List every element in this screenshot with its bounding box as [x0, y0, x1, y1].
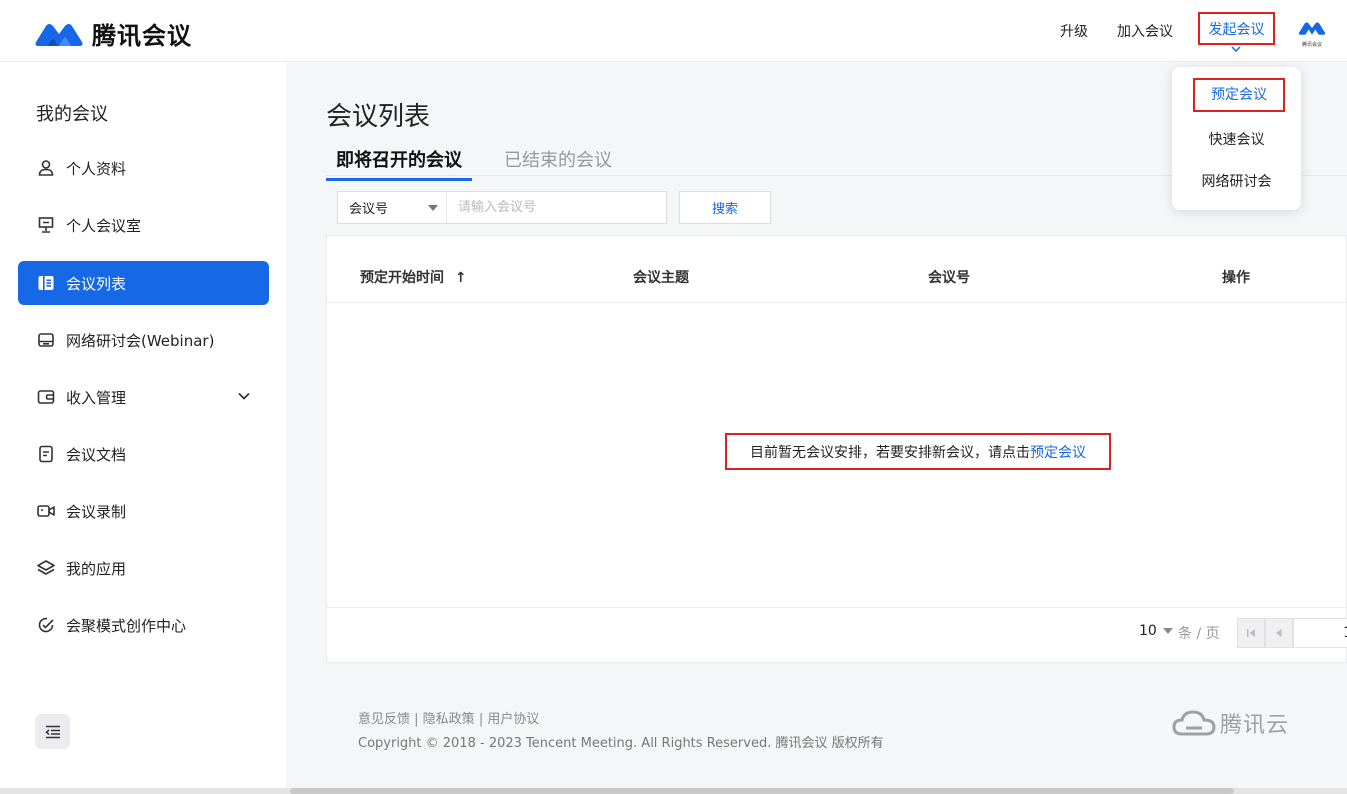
empty-state-text: 目前暂无会议安排，若要安排新会议，请点击 [750, 444, 1030, 461]
sidebar-item-apps[interactable]: 我的应用 [18, 546, 269, 590]
upgrade-link[interactable]: 升级 [1060, 21, 1088, 41]
sidebar-item-recording[interactable]: 会议录制 [18, 489, 269, 533]
sidebar-item-income[interactable]: 收入管理 [18, 375, 269, 419]
scrollbar-thumb[interactable] [290, 788, 1234, 794]
sidebar-item-label: 会议录制 [66, 502, 127, 521]
webinar-icon [36, 330, 56, 350]
start-meeting-dropdown: 预定会议 快速会议 网络研讨会 [1172, 67, 1301, 210]
cloud-brand-text: 腾讯云 [1220, 713, 1290, 738]
schedule-meeting-link[interactable]: 预定会议 [1030, 442, 1086, 462]
sidebar-item-label: 会议列表 [66, 274, 127, 293]
chevron-down-icon[interactable] [237, 389, 251, 403]
first-page-button[interactable] [1237, 618, 1265, 648]
page-size-select[interactable]: 10 [1139, 623, 1173, 639]
creation-icon [36, 615, 56, 635]
column-header-start-time[interactable]: 预定开始时间 ↑ [360, 267, 467, 287]
top-header: 腾讯会议 升级 加入会议 发起会议 腾讯会议 [0, 0, 1347, 62]
page-number-input[interactable]: 1 [1293, 618, 1347, 648]
brand-logo[interactable]: 腾讯会议 [34, 16, 192, 51]
search-button[interactable]: 搜索 [679, 191, 771, 224]
wallet-icon [36, 387, 56, 407]
sidebar-item-profile[interactable]: 个人资料 [18, 146, 269, 190]
sidebar-item-label: 个人资料 [66, 159, 127, 178]
sidebar-item-creation-center[interactable]: 会聚模式创作中心 [18, 603, 269, 647]
column-header-actions: 操作 [1222, 270, 1250, 286]
meeting-table: 预定开始时间 ↑ 会议主题 会议号 操作 目前暂无会议安排，若要安排新会议，请点… [326, 235, 1347, 663]
join-meeting-link[interactable]: 加入会议 [1117, 21, 1173, 41]
search-input[interactable] [447, 192, 666, 223]
sidebar-item-documents[interactable]: 会议文档 [18, 432, 269, 476]
user-icon [36, 158, 56, 178]
first-page-icon [1247, 629, 1255, 637]
sidebar-item-label: 网络研讨会(Webinar) [66, 331, 215, 350]
empty-state-message: 目前暂无会议安排，若要安排新会议，请点击 预定会议 [725, 433, 1111, 470]
search-field-value: 会议号 [349, 202, 389, 217]
footer-separator: | [474, 712, 488, 727]
prev-page-button[interactable] [1265, 618, 1293, 648]
sidebar-item-label: 收入管理 [66, 388, 127, 407]
list-icon [36, 273, 56, 293]
footer-separator: | [410, 712, 423, 727]
table-header: 预定开始时间 ↑ 会议主题 会议号 操作 [327, 236, 1347, 303]
start-meeting-button[interactable]: 发起会议 [1198, 12, 1275, 45]
brand-name: 腾讯会议 [92, 22, 192, 50]
avatar[interactable]: 腾讯会议 [1298, 18, 1326, 48]
chevron-down-icon [1231, 46, 1241, 52]
tab-upcoming[interactable]: 即将召开的会议 [326, 146, 472, 181]
table-footer-divider [327, 607, 1347, 608]
sidebar-item-webinar[interactable]: 网络研讨会(Webinar) [18, 318, 269, 362]
tencent-cloud-logo: 腾讯云 [1172, 707, 1289, 739]
sidebar-item-label: 我的应用 [66, 559, 127, 578]
caret-down-icon [428, 205, 438, 211]
menu-item-webinar[interactable]: 网络研讨会 [1172, 171, 1301, 191]
column-label: 预定开始时间 [360, 270, 444, 286]
prev-page-icon [1276, 629, 1282, 637]
sidebar: 我的会议 个人资料 个人会议室 会议列表 网络研讨会(Webinar) 收入管理 [0, 62, 286, 794]
menu-item-schedule-meeting[interactable]: 预定会议 [1193, 78, 1285, 112]
column-header-topic: 会议主题 [633, 270, 689, 286]
avatar-logo-icon [1298, 22, 1326, 35]
collapse-menu-icon [44, 725, 60, 738]
search-box: 会议号 [337, 191, 667, 224]
user-agreement-link[interactable]: 用户协议 [487, 712, 539, 727]
sidebar-title: 我的会议 [36, 104, 108, 125]
privacy-policy-link[interactable]: 隐私政策 [423, 712, 475, 727]
tab-ended[interactable]: 已结束的会议 [504, 146, 612, 172]
sidebar-item-label: 个人会议室 [66, 216, 142, 235]
page-title: 会议列表 [326, 102, 431, 132]
sidebar-item-personal-room[interactable]: 个人会议室 [18, 203, 269, 247]
sort-arrow-up-icon: ↑ [454, 270, 467, 286]
copyright-text: Copyright © 2018 - 2023 Tencent Meeting.… [358, 736, 884, 751]
cloud-icon [1172, 710, 1216, 736]
column-header-meeting-id: 会议号 [928, 270, 970, 286]
search-field-select[interactable]: 会议号 [338, 192, 447, 223]
sidebar-item-meeting-list[interactable]: 会议列表 [18, 261, 269, 305]
page-size-value: 10 [1139, 623, 1157, 639]
video-icon [36, 501, 56, 521]
pagination: 1 [1237, 618, 1347, 648]
horizontal-scrollbar[interactable] [0, 788, 1347, 794]
footer-links: 意见反馈 | 隐私政策 | 用户协议 [358, 708, 539, 727]
document-icon [36, 444, 56, 464]
tencent-meeting-logo-icon [35, 23, 83, 46]
avatar-text: 腾讯会议 [1301, 42, 1322, 48]
caret-down-icon [1162, 628, 1173, 634]
presentation-icon [36, 215, 56, 235]
layers-icon [36, 558, 56, 578]
per-page-label: 条 / 页 [1178, 626, 1220, 642]
menu-item-quick-meeting[interactable]: 快速会议 [1172, 129, 1301, 149]
start-meeting-label: 发起会议 [1208, 21, 1265, 38]
feedback-link[interactable]: 意见反馈 [358, 712, 410, 727]
sidebar-item-label: 会议文档 [66, 445, 127, 464]
collapse-sidebar-button[interactable] [35, 714, 70, 749]
sidebar-item-label: 会聚模式创作中心 [66, 616, 187, 635]
